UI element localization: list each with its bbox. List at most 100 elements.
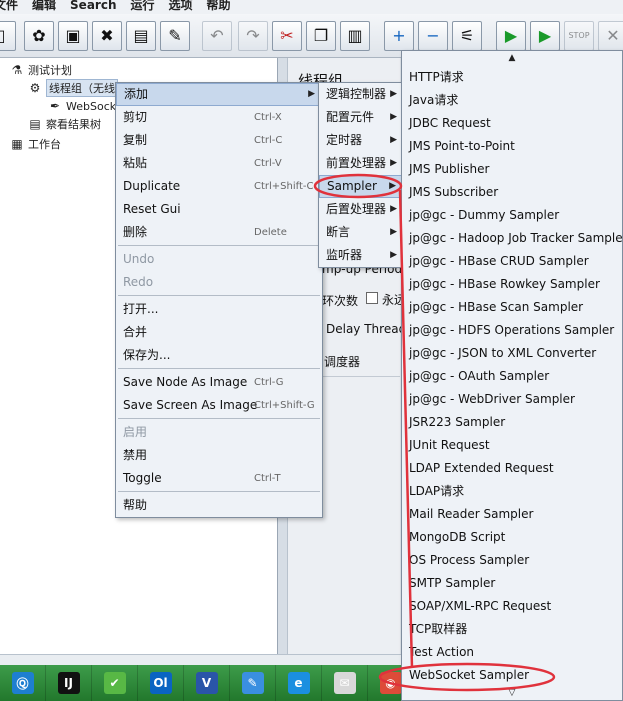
add-submenu-item[interactable]: 配置元件 ▶ — [319, 106, 403, 129]
close-icon: ✖ — [100, 26, 114, 45]
sampler-menu-item[interactable]: WebSocket Sampler — [402, 664, 622, 687]
sampler-menu-item[interactable]: JMS Subscriber — [402, 181, 622, 204]
sampler-menu-item[interactable]: SMTP Sampler — [402, 572, 622, 595]
context-menu-item[interactable]: 保存为... — [116, 344, 322, 367]
add-submenu-item[interactable]: 断言 ▶ — [319, 221, 403, 244]
context-menu-item[interactable]: 打开... — [116, 298, 322, 321]
menu-4[interactable]: 选项 — [169, 0, 193, 14]
menu-item-label: 帮助 — [123, 498, 148, 512]
add-submenu-item[interactable]: 逻辑控制器 ▶ — [319, 83, 403, 106]
context-menu-item[interactable]: Undo — [116, 248, 322, 271]
copy-button[interactable]: ❐ — [306, 21, 336, 51]
sampler-menu-item[interactable]: jp@gc - HBase Rowkey Sampler — [402, 273, 622, 296]
stop-button[interactable]: STOP — [564, 21, 594, 51]
save-button[interactable]: ▤ — [126, 21, 156, 51]
context-menu-item[interactable]: 合并 — [116, 321, 322, 344]
tree-item[interactable]: ✒ WebSock — [48, 98, 116, 114]
taskbar-app[interactable]: Ⓠ — [0, 665, 46, 701]
sampler-menu-item[interactable]: LDAP Extended Request — [402, 457, 622, 480]
context-menu-item[interactable]: 删除 Delete — [116, 221, 322, 244]
context-menu-item[interactable]: Redo — [116, 271, 322, 294]
sampler-menu-item[interactable]: JMS Point-to-Point — [402, 135, 622, 158]
scroll-up-icon[interactable]: ▲ — [402, 53, 622, 63]
menu-separator — [118, 418, 320, 419]
taskbar-app[interactable]: ✔ — [92, 665, 138, 701]
context-menu-item[interactable]: Duplicate Ctrl+Shift-C — [116, 175, 322, 198]
sampler-menu-item[interactable]: jp@gc - JSON to XML Converter — [402, 342, 622, 365]
taskbar-app[interactable]: ✉ — [322, 665, 368, 701]
start-no-pause-icon: ▶ — [538, 26, 552, 45]
menu-3[interactable]: 运行 — [130, 0, 154, 14]
sampler-menu-item[interactable]: Java请求 — [402, 89, 622, 112]
sampler-menu-item[interactable]: jp@gc - HDFS Operations Sampler — [402, 319, 622, 342]
add-submenu-item[interactable]: 定时器 ▶ — [319, 129, 403, 152]
sampler-menu-item[interactable]: jp@gc - WebDriver Sampler — [402, 388, 622, 411]
context-menu-item[interactable]: 复制 Ctrl-C — [116, 129, 322, 152]
sampler-menu-item[interactable]: Mail Reader Sampler — [402, 503, 622, 526]
taskbar-app[interactable]: ✎ — [230, 665, 276, 701]
open-button[interactable]: ▣ — [58, 21, 88, 51]
forever-checkbox[interactable] — [366, 292, 378, 304]
sampler-menu-item[interactable]: JDBC Request — [402, 112, 622, 135]
sampler-menu-item[interactable]: JSR223 Sampler — [402, 411, 622, 434]
shutdown-button[interactable]: ✕ — [598, 21, 623, 51]
context-menu-item[interactable]: 粘贴 Ctrl-V — [116, 152, 322, 175]
save-as-button[interactable]: ✎ — [160, 21, 190, 51]
sampler-menu-item[interactable]: jp@gc - Hadoop Job Tracker Sampler — [402, 227, 623, 250]
sampler-menu-item[interactable]: TCP取样器 — [402, 618, 622, 641]
sampler-menu-item[interactable]: SOAP/XML-RPC Request — [402, 595, 622, 618]
new-button[interactable]: ▯ — [0, 21, 16, 51]
redo-button[interactable]: ↷ — [238, 21, 268, 51]
toggle-button[interactable]: ⚟ — [452, 21, 482, 51]
context-menu-item[interactable]: Reset Gui — [116, 198, 322, 221]
save-icon: ▤ — [133, 26, 149, 45]
tree-item[interactable]: ▤ 察看结果树 — [28, 116, 101, 132]
templates-button[interactable]: ✿ — [24, 21, 54, 51]
context-menu-item[interactable]: 启用 — [116, 421, 322, 444]
undo-button[interactable]: ↶ — [202, 21, 232, 51]
add-submenu-item[interactable]: 监听器 ▶ — [319, 244, 403, 267]
add-submenu-item[interactable]: 前置处理器 ▶ — [319, 152, 403, 175]
taskbar-app[interactable]: IJ — [46, 665, 92, 701]
context-menu-item[interactable]: Save Screen As Image Ctrl+Shift-G — [116, 394, 322, 417]
taskbar-app[interactable]: e — [276, 665, 322, 701]
tree-item[interactable]: ⚙ 线程组（无线 — [28, 79, 118, 97]
tree-item[interactable]: ⚗ 测试计划 — [10, 62, 72, 78]
collapse-button[interactable]: − — [418, 21, 448, 51]
menu-5[interactable]: 帮助 — [207, 0, 231, 14]
sampler-menu-item[interactable]: HTTP请求 — [402, 66, 622, 89]
start-button[interactable]: ▶ — [496, 21, 526, 51]
context-menu-item[interactable]: 帮助 — [116, 494, 322, 517]
paste-button[interactable]: ▥ — [340, 21, 370, 51]
sampler-menu-item[interactable]: MongoDB Script — [402, 526, 622, 549]
menu-0[interactable]: 文件 — [0, 0, 18, 14]
sampler-menu-item[interactable]: OS Process Sampler — [402, 549, 622, 572]
cut-button[interactable]: ✂ — [272, 21, 302, 51]
tree-item[interactable]: ▦ 工作台 — [10, 136, 61, 152]
close-button[interactable]: ✖ — [92, 21, 122, 51]
expand-button[interactable]: + — [384, 21, 414, 51]
sampler-menu-item[interactable]: jp@gc - HBase CRUD Sampler — [402, 250, 622, 273]
sampler-menu-item[interactable]: jp@gc - Dummy Sampler — [402, 204, 622, 227]
sampler-menu-item[interactable]: LDAP请求 — [402, 480, 622, 503]
add-submenu-item[interactable]: Sampler ▶ — [319, 175, 403, 198]
save-as-icon: ✎ — [168, 26, 182, 45]
sampler-menu-item[interactable]: jp@gc - OAuth Sampler — [402, 365, 622, 388]
menu-2[interactable]: Search — [70, 0, 116, 14]
scroll-down-icon[interactable]: ▽ — [402, 688, 622, 698]
context-menu-item[interactable]: 禁用 — [116, 444, 322, 467]
menu-1[interactable]: 编辑 — [32, 0, 56, 14]
context-menu-item[interactable]: 添加 ▶ — [116, 83, 322, 106]
sampler-menu-item[interactable]: Test Action — [402, 641, 622, 664]
taskbar-app[interactable]: Ol — [138, 665, 184, 701]
add-submenu-item[interactable]: 后置处理器 ▶ — [319, 198, 403, 221]
cut-icon: ✂ — [280, 26, 294, 45]
context-menu-item[interactable]: Save Node As Image Ctrl-G — [116, 371, 322, 394]
taskbar-app[interactable]: V — [184, 665, 230, 701]
start-no-pause-button[interactable]: ▶ — [530, 21, 560, 51]
sampler-menu-item[interactable]: JMS Publisher — [402, 158, 622, 181]
context-menu-item[interactable]: 剪切 Ctrl-X — [116, 106, 322, 129]
context-menu-item[interactable]: Toggle Ctrl-T — [116, 467, 322, 490]
sampler-menu-item[interactable]: jp@gc - HBase Scan Sampler — [402, 296, 622, 319]
sampler-menu-item[interactable]: JUnit Request — [402, 434, 622, 457]
